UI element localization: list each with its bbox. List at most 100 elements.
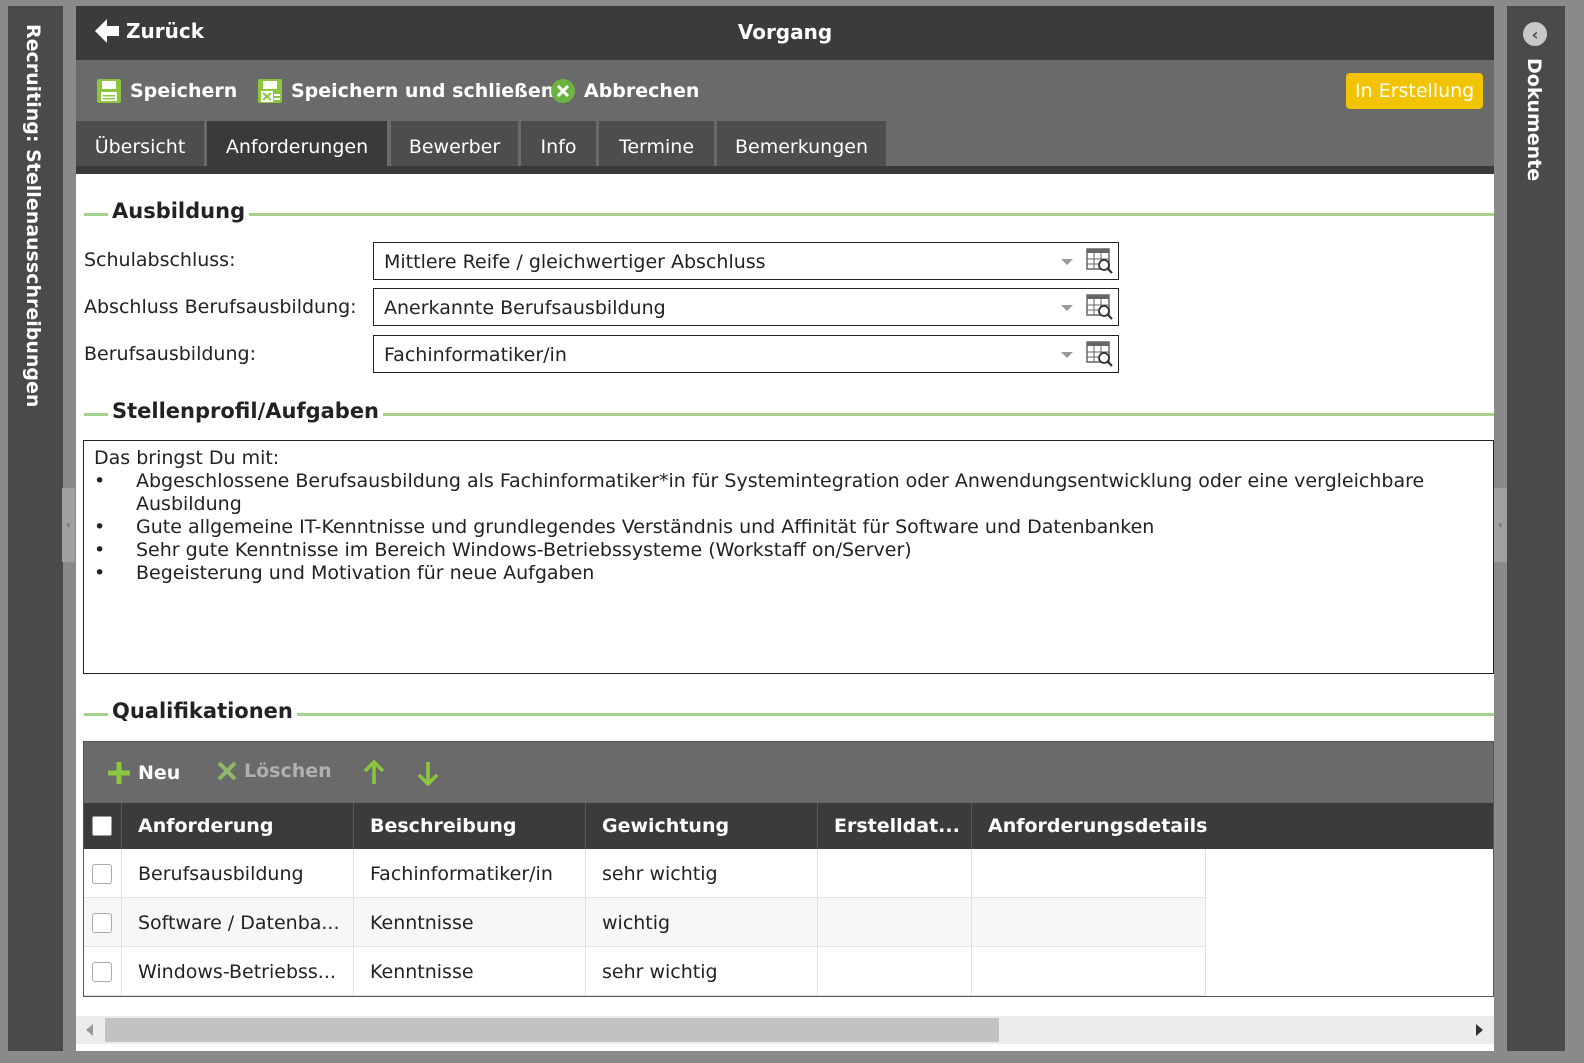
- abschluss-berufsausbildung-combobox[interactable]: Anerkannte Berufsausbildung: [373, 288, 1119, 326]
- chevron-down-icon[interactable]: [1061, 305, 1073, 311]
- add-label: Neu: [138, 762, 181, 784]
- right-panel-title[interactable]: Dokumente: [1523, 58, 1545, 181]
- scrollbar-thumb[interactable]: [105, 1018, 999, 1042]
- row-select-cell: [84, 849, 122, 898]
- add-button[interactable]: Neu: [106, 760, 180, 786]
- chevron-down-icon[interactable]: [1061, 259, 1073, 265]
- table-row[interactable]: Software / Datenba... Kenntnisse wichtig: [84, 898, 1206, 947]
- berufsausbildung-combobox[interactable]: Fachinformatiker/in: [373, 335, 1119, 373]
- cell-beschreibung: Kenntnisse: [354, 947, 586, 996]
- left-panel-title[interactable]: Recruiting: Stellenausschreibungen: [22, 24, 44, 407]
- bullet-marker: •: [94, 516, 106, 538]
- floppy-disk-icon: [97, 79, 121, 103]
- table-search-icon[interactable]: [1086, 294, 1114, 320]
- select-all-cell: [84, 803, 122, 849]
- row-select-cell: [84, 947, 122, 996]
- cell-gewichtung: wichtig: [586, 898, 818, 947]
- column-header-anforderung[interactable]: Anforderung: [122, 803, 354, 849]
- floppy-disk-close-icon: [258, 79, 282, 103]
- list-item: • Begeisterung und Motivation für neue A…: [94, 562, 1483, 585]
- table-search-icon[interactable]: [1086, 341, 1114, 367]
- cell-anforderung: Berufsausbildung: [122, 849, 354, 898]
- table-row[interactable]: Windows-Betriebss... Kenntnisse sehr wic…: [84, 947, 1206, 996]
- grid-toolbar: Neu Löschen: [84, 742, 1493, 803]
- section-title: Stellenprofil/Aufgaben: [108, 399, 384, 423]
- save-label: Speichern: [130, 80, 238, 102]
- cancel-label: Abbrechen: [584, 80, 700, 102]
- abschluss-berufsausbildung-label: Abschluss Berufsausbildung:: [84, 296, 357, 318]
- row-checkbox[interactable]: [92, 912, 112, 933]
- cell-anforderung: Windows-Betriebss...: [122, 947, 354, 996]
- column-header-anforderungsdetails[interactable]: Anforderungsdetails: [972, 803, 1494, 849]
- cell-erstelldatum: [818, 849, 972, 898]
- x-circle-icon: [551, 79, 575, 103]
- section-stellenprofil: Stellenprofil/Aufgaben: [84, 399, 1494, 429]
- stellenprofil-textarea[interactable]: Das bringst Du mit: • Abgeschlossene Ber…: [83, 440, 1494, 674]
- column-header-beschreibung[interactable]: Beschreibung: [354, 803, 586, 849]
- cancel-button[interactable]: Abbrechen: [550, 78, 699, 104]
- main-dialog: Zurück Vorgang Speichern Speichern und s…: [76, 6, 1494, 1051]
- combobox-value: Anerkannte Berufsausbildung: [384, 297, 666, 319]
- save-and-close-button[interactable]: Speichern und schließen: [257, 78, 554, 104]
- tab-underline: [76, 166, 1494, 174]
- schulabschluss-label: Schulabschluss:: [84, 249, 236, 271]
- bullet-marker: •: [94, 470, 106, 492]
- section-ausbildung: Ausbildung: [84, 199, 1494, 229]
- chevron-down-icon[interactable]: [1061, 352, 1073, 358]
- status-badge: In Erstellung: [1346, 73, 1484, 109]
- cell-anforderungsdetails: [972, 947, 1206, 996]
- cell-anforderung: Software / Datenba...: [122, 898, 354, 947]
- right-panel-splitter[interactable]: ‹: [1494, 488, 1507, 562]
- arrow-up-icon[interactable]: [362, 760, 386, 786]
- grid-header: Anforderung Beschreibung Gewichtung Erst…: [84, 803, 1493, 849]
- berufsausbildung-label: Berufsausbildung:: [84, 343, 256, 365]
- list-item: • Sehr gute Kenntnisse im Bereich Window…: [94, 539, 1483, 562]
- bullet-text: Begeisterung und Motivation für neue Auf…: [136, 562, 595, 584]
- horizontal-scrollbar[interactable]: [76, 1016, 1494, 1044]
- cell-anforderungsdetails: [972, 898, 1206, 947]
- bullet-marker: •: [94, 539, 106, 561]
- cell-anforderungsdetails: [972, 849, 1206, 898]
- cell-erstelldatum: [818, 947, 972, 996]
- cell-beschreibung: Fachinformatiker/in: [354, 849, 586, 898]
- cell-erstelldatum: [818, 898, 972, 947]
- section-title: Ausbildung: [108, 199, 250, 223]
- list-item: • Gute allgemeine IT-Kenntnisse und grun…: [94, 516, 1483, 539]
- section-rule: [84, 213, 1494, 216]
- cell-beschreibung: Kenntnisse: [354, 898, 586, 947]
- column-header-erstelldatum[interactable]: Erstelldat...: [818, 803, 972, 849]
- save-button[interactable]: Speichern: [96, 78, 237, 104]
- column-header-gewichtung[interactable]: Gewichtung: [586, 803, 818, 849]
- bullet-text: Abgeschlossene Berufsausbildung als Fach…: [136, 470, 1425, 515]
- table-row[interactable]: Berufsausbildung Fachinformatiker/in seh…: [84, 849, 1206, 898]
- cell-gewichtung: sehr wichtig: [586, 849, 818, 898]
- delete-button[interactable]: Löschen: [216, 760, 332, 782]
- combobox-value: Fachinformatiker/in: [384, 344, 567, 366]
- save-and-close-label: Speichern und schließen: [291, 80, 555, 102]
- scroll-right-arrow-icon[interactable]: [1476, 1024, 1483, 1036]
- textarea-intro: Das bringst Du mit:: [94, 447, 280, 469]
- row-checkbox[interactable]: [92, 961, 112, 982]
- plus-icon: [108, 762, 130, 784]
- bullet-text: Gute allgemeine IT-Kenntnisse und grundl…: [136, 516, 1155, 538]
- qualifikationen-grid: Neu Löschen Anforderung Beschreibung Gew…: [83, 741, 1494, 997]
- scroll-left-arrow-icon[interactable]: [86, 1024, 93, 1036]
- bullet-text: Sehr gute Kenntnisse im Bereich Windows-…: [136, 539, 912, 561]
- title-bar: Zurück Vorgang: [76, 6, 1494, 60]
- page-title: Vorgang: [737, 20, 833, 44]
- row-select-cell: [84, 898, 122, 947]
- arrow-down-icon[interactable]: [416, 760, 440, 786]
- schulabschluss-combobox[interactable]: Mittlere Reife / gleichwertiger Abschlus…: [373, 242, 1119, 280]
- cell-gewichtung: sehr wichtig: [586, 947, 818, 996]
- combobox-value: Mittlere Reife / gleichwertiger Abschlus…: [384, 251, 766, 273]
- section-title: Qualifikationen: [108, 699, 297, 723]
- select-all-checkbox[interactable]: [92, 816, 112, 836]
- table-search-icon[interactable]: [1086, 248, 1114, 274]
- collapse-chevron-icon[interactable]: ‹: [1523, 22, 1547, 46]
- left-panel-splitter[interactable]: ‹: [62, 488, 75, 562]
- left-side-panel[interactable]: Recruiting: Stellenausschreibungen: [8, 6, 63, 1051]
- row-checkbox[interactable]: [92, 863, 112, 884]
- right-side-panel[interactable]: ‹ Dokumente: [1507, 6, 1565, 1051]
- bullet-marker: •: [94, 562, 106, 584]
- delete-label: Löschen: [244, 760, 332, 782]
